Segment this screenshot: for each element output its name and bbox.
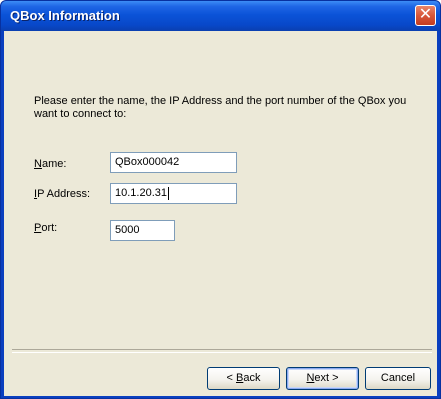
text-caret [168,186,169,200]
close-icon: ✕ [418,6,433,23]
back-button[interactable]: < Back [207,367,280,390]
next-button[interactable]: Next > [286,367,359,390]
port-label: Port: [34,222,58,234]
title-bar[interactable]: QBox Information ✕ [1,1,440,31]
cancel-button[interactable]: Cancel [365,367,431,390]
instruction-text: Please enter the name, the IP Address an… [34,95,407,120]
name-input[interactable]: QBox000042 [110,152,237,173]
close-button[interactable]: ✕ [415,5,436,26]
window-title: QBox Information [10,8,120,23]
name-label: Name: [34,158,67,170]
dialog-window: QBox Information ✕ Please enter the name… [0,0,441,399]
footer-separator [12,349,432,353]
dialog-body: Please enter the name, the IP Address an… [4,31,437,396]
ip-address-input[interactable]: 10.1.20.31 [110,183,237,204]
ip-address-label: IP Address: [34,188,91,200]
port-input[interactable]: 5000 [110,220,175,241]
